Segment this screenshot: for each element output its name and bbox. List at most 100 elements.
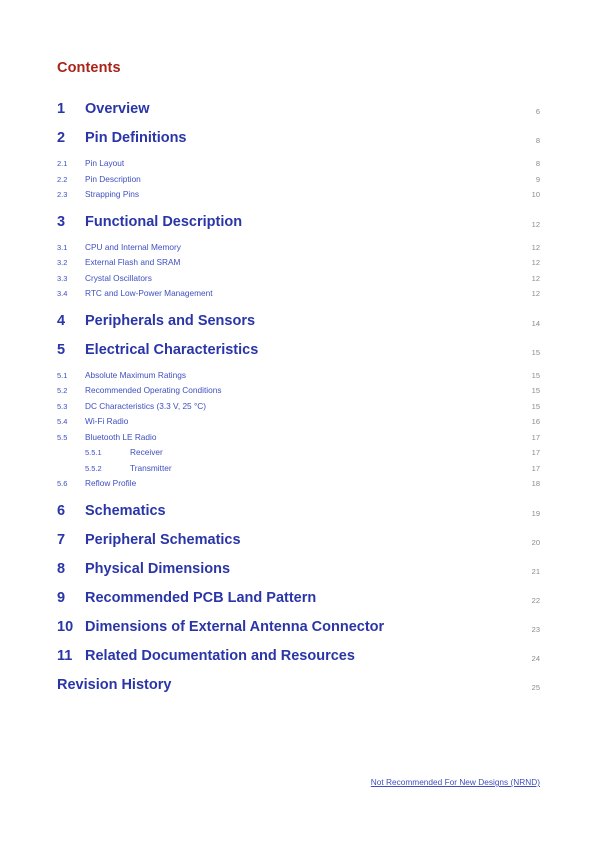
nrnd-footer-link[interactable]: Not Recommended For New Designs (NRND) <box>371 777 540 787</box>
toc-entry-number: 3 <box>57 213 66 230</box>
toc-entry-number: 2.3 <box>57 190 68 199</box>
toc-entry[interactable]: 2 Pin Definitions 8 <box>0 127 595 156</box>
toc-entry[interactable]: 10 Dimensions of External Antenna Connect… <box>0 616 595 645</box>
toc-entry-page-number: 21 <box>531 566 540 576</box>
toc-entry-number: 5.5.1 <box>85 448 102 457</box>
toc-entry-number: 5.5 <box>57 432 68 442</box>
toc-entry[interactable]: 5.2 Recommended Operating Conditions 15 <box>0 383 595 399</box>
toc-entry-label: Electrical Characteristics <box>85 341 259 358</box>
toc-entry-page-number: 15 <box>531 401 540 411</box>
toc-entry-number: 5.1 <box>57 370 68 380</box>
toc-entry-label: Absolute Maximum Ratings <box>85 369 186 380</box>
toc-entry-number: 3.2 <box>57 258 68 267</box>
toc-entry[interactable]: 5.5.2 Transmitter 17 <box>0 461 595 477</box>
toc-entry[interactable]: 5.3 DC Characteristics (3.3 V, 25 °C) 15 <box>0 399 595 415</box>
toc-entry-label: Peripherals and Sensors <box>85 312 256 329</box>
toc-entry-page-number: 12 <box>531 258 540 267</box>
toc-entry-page-number: 22 <box>531 595 540 605</box>
toc-entry-label: CPU and Internal Memory <box>85 241 181 252</box>
toc-entry[interactable]: 5 Electrical Characteristics 15 <box>0 339 595 368</box>
toc-group-spacer <box>0 302 595 310</box>
toc-entry[interactable]: 4 Peripherals and Sensors 14 <box>0 310 595 339</box>
toc-entry-number: 8 <box>57 560 66 577</box>
toc-entry[interactable]: 5.4 Wi-Fi Radio 16 <box>0 414 595 430</box>
toc-entry[interactable]: 2.1 Pin Layout 8 <box>0 156 595 172</box>
toc-entry-page-number: 15 <box>531 386 540 395</box>
toc-entry-label: External Flash and SRAM <box>85 257 181 267</box>
toc-entry-number: 2 <box>57 130 66 146</box>
toc-entry[interactable]: 6 Schematics 19 <box>0 500 595 529</box>
toc-entry-label: Dimensions of External Antenna Connector <box>85 618 385 635</box>
toc-group-spacer <box>0 492 595 500</box>
toc-entry-number: 5.6 <box>57 479 68 488</box>
document-page: Contents 1 Overview 6 2 Pin Definitions 8 2.1 P… <box>0 0 595 842</box>
toc-entry[interactable]: 1 Overview 6 <box>0 98 595 127</box>
toc-entry-page-number: 17 <box>531 448 540 457</box>
toc-entry-number: 5.3 <box>57 401 68 411</box>
toc-entry-label: Crystal Oscillators <box>85 272 152 283</box>
toc-entry-page-number: 12 <box>531 219 540 229</box>
toc-entry-label: Functional Description <box>85 213 243 230</box>
toc-entry-label: DC Characteristics (3.3 V, 25 °C) <box>85 400 207 411</box>
toc-entry-label: Peripheral Schematics <box>85 531 241 548</box>
toc-entry-label: Schematics <box>85 502 166 519</box>
toc-entry-label: Recommended PCB Land Pattern <box>85 589 317 606</box>
toc-entry[interactable]: 9 Recommended PCB Land Pattern 22 <box>0 587 595 616</box>
toc-entry[interactable]: 5.6 Reflow Profile 18 <box>0 476 595 492</box>
toc-entry-page-number: 12 <box>531 289 540 298</box>
toc-entry[interactable]: 3.3 Crystal Oscillators 12 <box>0 271 595 287</box>
toc-entry-label: RTC and Low-Power Management <box>85 288 213 298</box>
toc-entry[interactable]: 7 Peripheral Schematics 20 <box>0 529 595 558</box>
toc-entry-label: Pin Layout <box>85 158 125 168</box>
toc-entry-number: 2.1 <box>57 159 68 168</box>
toc-entry-label: Reflow Profile <box>85 478 137 488</box>
toc-entry[interactable]: Revision History 25 <box>0 674 595 703</box>
toc-entry-label: Related Documentation and Resources <box>85 647 355 664</box>
toc-entry[interactable]: 2.2 Pin Description 9 <box>0 172 595 188</box>
toc-entry[interactable]: 5.5 Bluetooth LE Radio 17 <box>0 430 595 446</box>
toc-entry-page-number: 9 <box>535 174 540 184</box>
toc-entry-label: Transmitter <box>130 462 172 473</box>
toc-entry[interactable]: 3.2 External Flash and SRAM 12 <box>0 255 595 271</box>
toc-entry-number: 7 <box>57 531 66 548</box>
toc-entry-number: 2.2 <box>57 174 68 184</box>
toc-entry-label: Strapping Pins <box>85 189 139 199</box>
toc-entry-page-number: 24 <box>531 653 540 663</box>
toc-entry-number: 6 <box>57 502 66 519</box>
toc-entry-number: 11 <box>57 647 73 664</box>
toc-entry-page-number: 8 <box>535 159 540 168</box>
toc-entry-page-number: 15 <box>531 347 540 357</box>
toc-entry-number: 10 <box>57 618 74 635</box>
toc-entry-number: 5 <box>57 341 66 358</box>
toc-entry-number: 1 <box>57 101 66 117</box>
toc-entry-label: Physical Dimensions <box>85 560 231 577</box>
toc-entry-page-number: 6 <box>535 107 540 116</box>
toc-entry[interactable]: 8 Physical Dimensions 21 <box>0 558 595 587</box>
toc-entry[interactable]: 2.3 Strapping Pins 10 <box>0 187 595 203</box>
toc-entry-number: 3.3 <box>57 273 68 283</box>
toc-entry[interactable]: 3 Functional Description 12 <box>0 211 595 240</box>
toc-entry-number: 3.4 <box>57 289 68 298</box>
toc-entry-page-number: 25 <box>531 682 540 692</box>
toc-entry-page-number: 8 <box>535 136 540 145</box>
toc-entry[interactable]: 11 Related Documentation and Resources 24 <box>0 645 595 674</box>
page-title: Contents <box>57 60 121 76</box>
toc-entry-number: 3.1 <box>57 242 68 252</box>
toc-entry-number: 5.5.2 <box>85 463 102 473</box>
toc-entry-page-number: 18 <box>531 479 540 488</box>
toc-entry-page-number: 20 <box>531 537 540 547</box>
toc-entry-label: Pin Description <box>85 173 141 184</box>
toc-entry-label: Overview <box>85 101 150 117</box>
toc-entry[interactable]: 3.4 RTC and Low-Power Management 12 <box>0 286 595 302</box>
toc-entry-number: 4 <box>57 312 66 329</box>
toc-entry[interactable]: 5.5.1 Receiver 17 <box>0 445 595 461</box>
toc-entry[interactable]: 5.1 Absolute Maximum Ratings 15 <box>0 368 595 384</box>
toc-entry-label: Bluetooth LE Radio <box>85 431 157 442</box>
toc-entry-label: Receiver <box>130 447 163 457</box>
toc-entry-page-number: 23 <box>531 624 540 634</box>
toc-entry-page-number: 12 <box>531 242 540 252</box>
toc-entry-page-number: 17 <box>531 432 540 442</box>
toc-entry-number: 9 <box>57 589 66 606</box>
toc-entry-page-number: 12 <box>531 273 540 283</box>
toc-entry[interactable]: 3.1 CPU and Internal Memory 12 <box>0 240 595 256</box>
